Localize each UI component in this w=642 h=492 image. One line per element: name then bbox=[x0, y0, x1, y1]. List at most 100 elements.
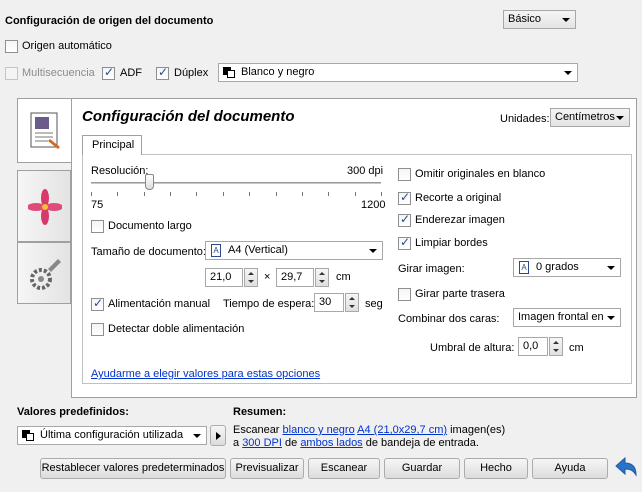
width-spinner[interactable] bbox=[244, 268, 258, 287]
summary-text: Escanear bbox=[233, 424, 280, 436]
document-settings-icon bbox=[30, 112, 60, 149]
chevron-down-icon bbox=[607, 266, 615, 270]
summary-sides-link[interactable]: ambos lados bbox=[300, 437, 362, 449]
skip-blank-checkbox[interactable] bbox=[398, 168, 411, 181]
mode-select[interactable]: Básico bbox=[503, 10, 576, 29]
slider-tick bbox=[275, 192, 277, 196]
slider-tick bbox=[117, 192, 119, 196]
units-select[interactable]: Centímetros bbox=[550, 108, 630, 127]
tab-advanced-settings[interactable] bbox=[17, 242, 71, 304]
height-threshold-input[interactable]: 0,0 bbox=[518, 337, 548, 356]
size-unit-label: cm bbox=[336, 271, 351, 283]
play-arrow-icon bbox=[216, 432, 221, 440]
gear-wrench-icon bbox=[30, 259, 61, 290]
chevron-down-icon bbox=[562, 18, 570, 22]
height-spinner[interactable] bbox=[315, 268, 329, 287]
rotate-image-value: 0 grados bbox=[536, 261, 579, 273]
slider-tick bbox=[91, 192, 92, 196]
auto-source-label: Origen automático bbox=[22, 40, 112, 52]
page-portrait-icon: A bbox=[519, 261, 529, 274]
back-arrow-icon[interactable] bbox=[614, 456, 638, 478]
crop-checkbox[interactable] bbox=[398, 190, 411, 205]
wait-time-label: Tiempo de espera: bbox=[223, 298, 315, 310]
units-label: Unidades: bbox=[500, 113, 550, 125]
tab-image-settings[interactable] bbox=[17, 170, 71, 242]
help-choose-link[interactable]: Ayudarme a elegir valores para estas opc… bbox=[91, 368, 320, 380]
double-feed-label: Detectar doble alimentación bbox=[108, 323, 245, 335]
slider-tick bbox=[143, 192, 145, 196]
chevron-down-icon bbox=[369, 249, 377, 253]
duplex-checkbox[interactable] bbox=[156, 65, 169, 80]
reset-defaults-button[interactable]: Restablecer valores predeterminados bbox=[40, 458, 226, 479]
presets-value: Última configuración utilizada bbox=[40, 429, 184, 441]
tab-principal-label: Principal bbox=[92, 139, 135, 151]
rotate-image-select[interactable]: A 0 grados bbox=[513, 258, 621, 277]
height-threshold-spinner[interactable] bbox=[549, 337, 563, 356]
long-document-checkbox[interactable] bbox=[91, 220, 104, 233]
skip-blank-label: Omitir originales en blanco bbox=[415, 168, 546, 180]
presets-select[interactable]: Última configuración utilizada bbox=[17, 426, 207, 445]
deskew-checkbox[interactable] bbox=[398, 212, 411, 227]
done-button[interactable]: Hecho bbox=[464, 458, 528, 479]
summary-text: imagen(es) bbox=[450, 424, 506, 436]
width-input[interactable]: 21,0 bbox=[205, 268, 243, 287]
rotate-back-label: Girar parte trasera bbox=[415, 288, 505, 300]
auto-source-checkbox[interactable] bbox=[5, 40, 18, 53]
bw-document-icon bbox=[223, 67, 235, 78]
resolution-label: Resolución: bbox=[91, 165, 149, 177]
height-threshold-unit: cm bbox=[569, 342, 584, 354]
summary-size-link[interactable]: A4 (21,0x29,7 cm) bbox=[357, 424, 447, 436]
clean-edges-label: Limpiar bordes bbox=[415, 237, 488, 249]
adf-checkbox[interactable] bbox=[102, 65, 115, 80]
adf-label: ADF bbox=[120, 67, 142, 79]
summary-dpi-link[interactable]: 300 DPI bbox=[242, 437, 282, 449]
scan-button[interactable]: Escanear bbox=[308, 458, 380, 479]
chevron-down-icon bbox=[193, 434, 201, 438]
tab-document-settings[interactable] bbox=[17, 98, 71, 163]
preview-button[interactable]: Previsualizar bbox=[230, 458, 304, 479]
combine-sides-value: Imagen frontal en bbox=[518, 311, 604, 323]
rotate-back-checkbox[interactable] bbox=[398, 288, 411, 301]
crop-label: Recorte a original bbox=[415, 192, 502, 204]
combine-sides-label: Combinar dos caras: bbox=[398, 313, 500, 325]
summary-line-1: Escanear blanco y negro A4 (21,0x29,7 cm… bbox=[233, 424, 505, 436]
document-settings-title: Configuración del documento bbox=[82, 108, 295, 125]
page-portrait-icon: A bbox=[211, 244, 221, 257]
resolution-slider-track[interactable] bbox=[91, 182, 381, 184]
save-button[interactable]: Guardar bbox=[384, 458, 460, 479]
summary-line-2: a 300 DPI de ambos lados de bandeja de e… bbox=[233, 437, 479, 449]
clean-edges-checkbox[interactable] bbox=[398, 235, 411, 250]
document-size-label: Tamaño de documento: bbox=[91, 246, 206, 258]
document-size-select[interactable]: A A4 (Vertical) bbox=[205, 241, 383, 260]
resolution-value: 300 dpi bbox=[347, 165, 384, 177]
slider-tick bbox=[301, 192, 303, 196]
help-button[interactable]: Ayuda bbox=[532, 458, 608, 479]
chevron-down-icon bbox=[607, 316, 615, 320]
combine-sides-select[interactable]: Imagen frontal en bbox=[513, 308, 621, 327]
units-value: Centímetros bbox=[555, 111, 615, 123]
slider-tick bbox=[170, 192, 172, 196]
times-sign: × bbox=[264, 271, 271, 283]
deskew-label: Enderezar imagen bbox=[415, 214, 505, 226]
chevron-down-icon bbox=[564, 71, 572, 75]
tab-principal[interactable]: Principal bbox=[82, 135, 142, 155]
wait-time-spinner[interactable] bbox=[345, 293, 359, 312]
resolution-slider-thumb[interactable] bbox=[145, 174, 154, 190]
rotate-image-label: Girar imagen: bbox=[398, 263, 465, 275]
color-mode-value: Blanco y negro bbox=[241, 66, 315, 78]
double-feed-checkbox[interactable] bbox=[91, 323, 104, 336]
wait-time-input[interactable]: 30 bbox=[314, 293, 344, 312]
color-mode-select[interactable]: Blanco y negro bbox=[218, 63, 578, 82]
manual-feed-checkbox[interactable] bbox=[91, 296, 104, 311]
summary-text: de bandeja de entrada. bbox=[365, 437, 479, 449]
summary-label: Resumen: bbox=[233, 406, 287, 418]
bw-document-icon bbox=[22, 430, 34, 441]
height-input[interactable]: 29,7 bbox=[276, 268, 314, 287]
height-threshold-label: Umbral de altura: bbox=[430, 342, 515, 354]
source-section-title: Configuración de origen del documento bbox=[5, 15, 214, 27]
presets-menu-button[interactable] bbox=[210, 425, 226, 446]
summary-text: a bbox=[233, 437, 240, 449]
manual-feed-label: Alimentación manual bbox=[108, 298, 211, 310]
summary-color-link[interactable]: blanco y negro bbox=[283, 424, 355, 436]
multifeed-checkbox[interactable] bbox=[5, 67, 18, 80]
